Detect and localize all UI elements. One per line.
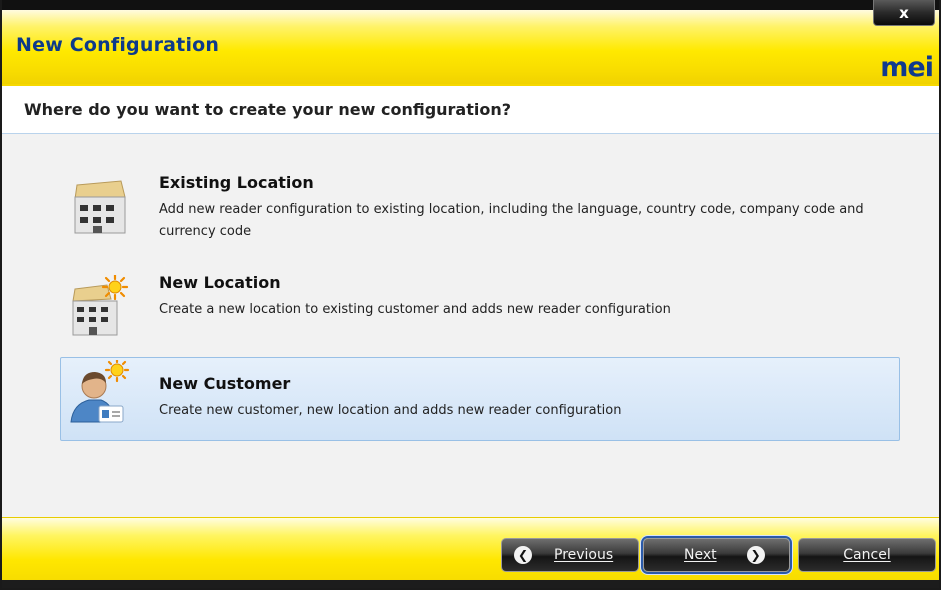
cancel-button[interactable]: Cancel: [798, 538, 936, 572]
new-building-icon: [72, 275, 129, 336]
option-new-location[interactable]: New Location Create a new location to ex…: [60, 268, 900, 348]
close-icon: x: [899, 3, 909, 22]
previous-button[interactable]: ❮ Previous: [501, 538, 639, 572]
next-button[interactable]: Next ❯: [643, 538, 790, 572]
option-title: New Location: [159, 273, 281, 292]
option-description: Create a new location to existing custom…: [159, 302, 671, 317]
option-existing-location[interactable]: Existing Location Add new reader configu…: [60, 168, 900, 258]
footer-divider: [2, 580, 939, 588]
option-title: Existing Location: [159, 173, 314, 192]
footer-bar: ❮ Previous Next ❯ Cancel: [2, 517, 939, 588]
option-title: New Customer: [159, 374, 291, 393]
previous-label: Previous: [554, 547, 614, 563]
close-button[interactable]: x: [873, 0, 935, 26]
question-band: Where do you want to create your new con…: [2, 84, 939, 134]
chevron-right-icon: ❯: [746, 546, 765, 564]
title-bar: New Configuration mei x: [2, 0, 939, 84]
chevron-left-icon: ❮: [514, 546, 532, 564]
new-configuration-window: New Configuration mei x Where do you wan…: [0, 0, 941, 590]
next-label: Next: [684, 547, 717, 563]
option-description: Create new customer, new location and ad…: [159, 403, 622, 418]
question-text: Where do you want to create your new con…: [24, 100, 512, 119]
building-icon: [74, 180, 126, 234]
option-description: Add new reader configuration to existing…: [159, 202, 864, 239]
window-title: New Configuration: [16, 34, 220, 56]
cancel-label: Cancel: [843, 547, 891, 563]
mei-logo: mei: [880, 52, 934, 83]
new-customer-icon: [70, 360, 130, 423]
option-new-customer[interactable]: New Customer Create new customer, new lo…: [60, 357, 900, 441]
